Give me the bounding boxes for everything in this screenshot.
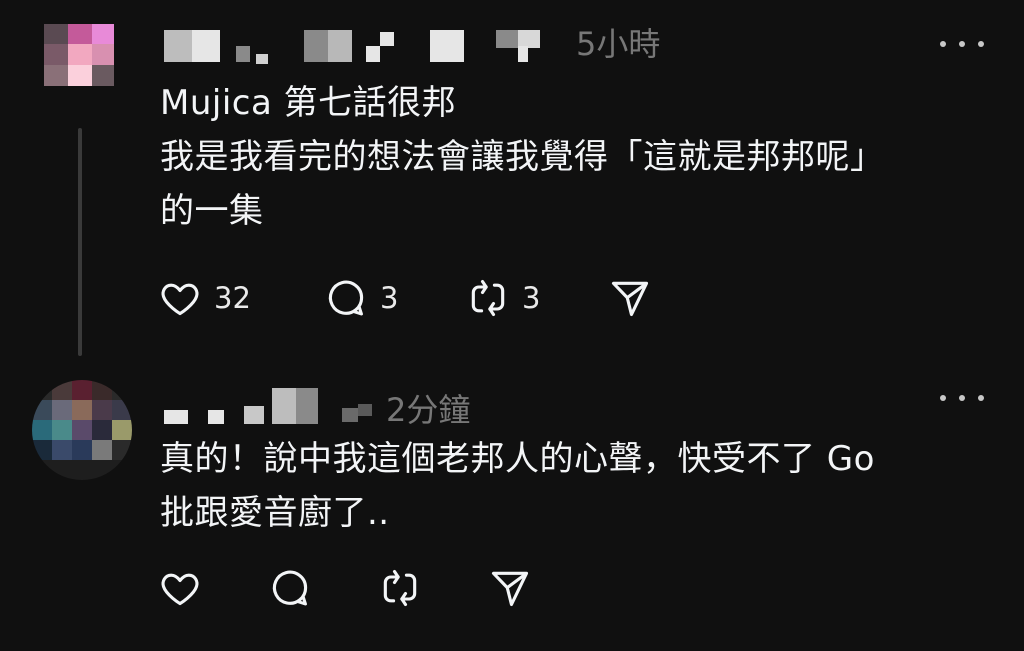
send-icon — [611, 281, 649, 317]
username-blurred[interactable] — [160, 20, 560, 68]
post: 2分鐘 真的！說中我這個老邦人的心聲，快受不了 Go 批跟愛音廚了.. — [0, 370, 1024, 651]
post-text-line: 批跟愛音廚了.. — [160, 493, 390, 533]
comment-icon — [328, 280, 364, 316]
action-bar — [158, 566, 532, 610]
repost-button[interactable]: 3 — [466, 276, 608, 320]
like-button[interactable]: 32 — [158, 276, 324, 320]
post-text-line: Mujica 第七話很邦 — [160, 83, 457, 123]
send-icon — [491, 571, 529, 607]
post-content: Mujica 第七話很邦 我是我看完的想法會讓我覺得「這就是邦邦呢」 的一集 — [160, 76, 980, 238]
reply-button[interactable] — [268, 566, 378, 610]
post-text-line: 真的！說中我這個老邦人的心聲，快受不了 Go — [160, 439, 875, 479]
heart-icon — [161, 573, 199, 606]
heart-icon — [161, 283, 199, 316]
post-content: 真的！說中我這個老邦人的心聲，快受不了 Go 批跟愛音廚了.. — [160, 432, 980, 540]
repost-icon — [471, 279, 505, 317]
repost-count: 3 — [522, 281, 541, 315]
like-count: 32 — [214, 281, 251, 315]
more-dots-icon[interactable] — [940, 388, 984, 408]
action-bar: 32 3 3 — [158, 276, 652, 320]
username-blurred[interactable] — [160, 382, 380, 430]
reply-button[interactable]: 3 — [324, 276, 466, 320]
post-time: 2分鐘 — [386, 391, 471, 429]
like-button[interactable] — [158, 566, 268, 610]
post-text-line: 的一集 — [160, 191, 264, 231]
repost-button[interactable] — [378, 566, 488, 610]
post-text-line: 我是我看完的想法會讓我覺得「這就是邦邦呢」 — [160, 137, 885, 177]
reply-count: 3 — [380, 281, 399, 315]
avatar[interactable] — [44, 24, 114, 86]
more-dots-icon[interactable] — [940, 34, 984, 54]
comment-icon — [272, 570, 308, 606]
avatar[interactable] — [32, 380, 132, 480]
post: 5小時 Mujica 第七話很邦 我是我看完的想法會讓我覺得「這就是邦邦呢」 的… — [0, 0, 1024, 370]
repost-icon — [383, 569, 417, 607]
thread-line — [78, 128, 82, 356]
share-button[interactable] — [608, 276, 652, 320]
post-time: 5小時 — [576, 25, 661, 63]
share-button[interactable] — [488, 566, 532, 610]
